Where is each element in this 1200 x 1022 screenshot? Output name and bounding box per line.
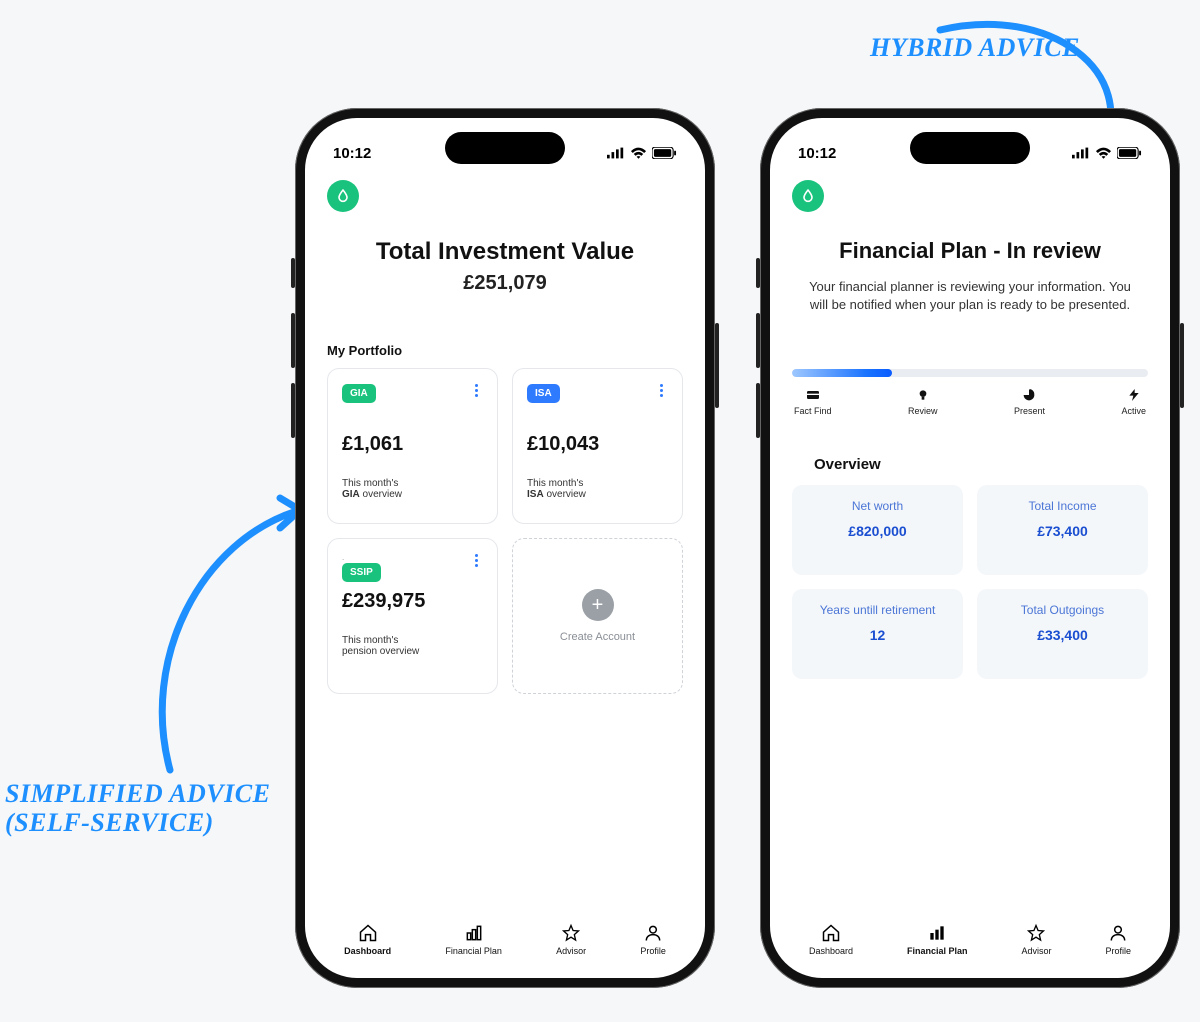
overview-title: Overview <box>814 456 1148 473</box>
overview-networth[interactable]: Net worth £820,000 <box>792 485 963 575</box>
nav-financial-plan[interactable]: Financial Plan <box>445 923 502 956</box>
badge-isa: ISA <box>527 384 560 403</box>
home-icon <box>358 923 378 943</box>
step-fact-find: Fact Find <box>794 387 832 416</box>
nav-profile[interactable]: Profile <box>640 923 666 956</box>
portfolio-sub2: GIA overview <box>342 489 483 500</box>
annotation-left: Simplified Advice (Self-Service) <box>5 780 275 837</box>
page-title: Total Investment Value <box>327 238 683 266</box>
overview-outgoings[interactable]: Total Outgoings £33,400 <box>977 589 1148 679</box>
status-time: 10:12 <box>333 145 371 162</box>
portfolio-sub2: ISA overview <box>527 489 668 500</box>
app-logo[interactable] <box>327 180 359 212</box>
app-logo[interactable] <box>792 180 824 212</box>
nav-financial-plan[interactable]: Financial Plan <box>907 923 968 956</box>
progress-bar <box>792 369 1148 377</box>
annotation-right: Hybrid Advice <box>870 34 1080 63</box>
status-time: 10:12 <box>798 145 836 162</box>
progress-steps: Fact Find Review Present Active <box>792 387 1148 416</box>
card-icon <box>805 387 821 403</box>
wifi-icon <box>1095 147 1112 160</box>
portfolio-value: £239,975 <box>342 590 483 613</box>
portfolio-sub1: This month's <box>342 635 483 646</box>
annotation-left-line2: (Self-Service) <box>5 808 214 837</box>
person-icon <box>643 923 663 943</box>
annotation-left-line1: Simplified Advice <box>5 779 270 808</box>
plus-icon: + <box>582 589 614 621</box>
dynamic-island <box>910 132 1030 164</box>
nav-advisor[interactable]: Advisor <box>1021 923 1051 956</box>
portfolio-value: £1,061 <box>342 433 483 456</box>
home-icon <box>821 923 841 943</box>
total-value: £251,079 <box>327 272 683 295</box>
battery-icon <box>652 147 677 159</box>
pie-icon <box>1021 387 1037 403</box>
badge-ssip: SSIP <box>342 563 381 582</box>
phone-left: 10:12 Total Investment Value £251,079 My… <box>295 108 715 988</box>
bottom-nav: Dashboard Financial Plan Advisor Profile <box>770 908 1170 978</box>
step-active: Active <box>1121 387 1146 416</box>
section-label: My Portfolio <box>327 343 683 358</box>
nav-dashboard[interactable]: Dashboard <box>344 923 391 956</box>
page-title: Financial Plan - In review <box>792 238 1148 264</box>
kebab-icon[interactable] <box>650 379 672 401</box>
portfolio-value: £10,043 <box>527 433 668 456</box>
portfolio-card-gia[interactable]: GIA £1,061 This month's GIA overview <box>327 368 498 524</box>
badge-gia: GIA <box>342 384 376 403</box>
person-icon <box>1108 923 1128 943</box>
step-review: Review <box>908 387 938 416</box>
chart-icon <box>464 923 484 943</box>
nav-advisor[interactable]: Advisor <box>556 923 586 956</box>
chart-icon <box>927 923 947 943</box>
bottom-nav: Dashboard Financial Plan Advisor Profile <box>305 908 705 978</box>
create-account-card[interactable]: + Create Account <box>512 538 683 694</box>
bulb-icon <box>915 387 931 403</box>
create-account-label: Create Account <box>560 631 635 643</box>
kebab-icon[interactable] <box>465 549 487 571</box>
plan-description: Your financial planner is reviewing your… <box>792 278 1148 313</box>
step-present: Present <box>1014 387 1045 416</box>
portfolio-card-isa[interactable]: ISA £10,043 This month's ISA overview <box>512 368 683 524</box>
cellular-icon <box>1072 147 1090 159</box>
wifi-icon <box>630 147 647 160</box>
star-icon <box>561 923 581 943</box>
kebab-icon[interactable] <box>465 379 487 401</box>
dynamic-island <box>445 132 565 164</box>
nav-profile[interactable]: Profile <box>1105 923 1131 956</box>
star-icon <box>1026 923 1046 943</box>
overview-income[interactable]: Total Income £73,400 <box>977 485 1148 575</box>
battery-icon <box>1117 147 1142 159</box>
portfolio-sub1: This month's <box>342 478 483 489</box>
annotation-right-text: Hybrid Advice <box>870 33 1080 62</box>
overview-retirement[interactable]: Years untill retirement 12 <box>792 589 963 679</box>
cellular-icon <box>607 147 625 159</box>
portfolio-sub2: pension overview <box>342 646 483 657</box>
progress-fill <box>792 369 892 377</box>
bolt-icon <box>1126 387 1142 403</box>
phone-right: 10:12 Financial Plan - In review Your fi… <box>760 108 1180 988</box>
nav-dashboard[interactable]: Dashboard <box>809 923 853 956</box>
portfolio-sub1: This month's <box>527 478 668 489</box>
portfolio-card-ssip[interactable]: . SSIP £239,975 This month's pension ove… <box>327 538 498 694</box>
